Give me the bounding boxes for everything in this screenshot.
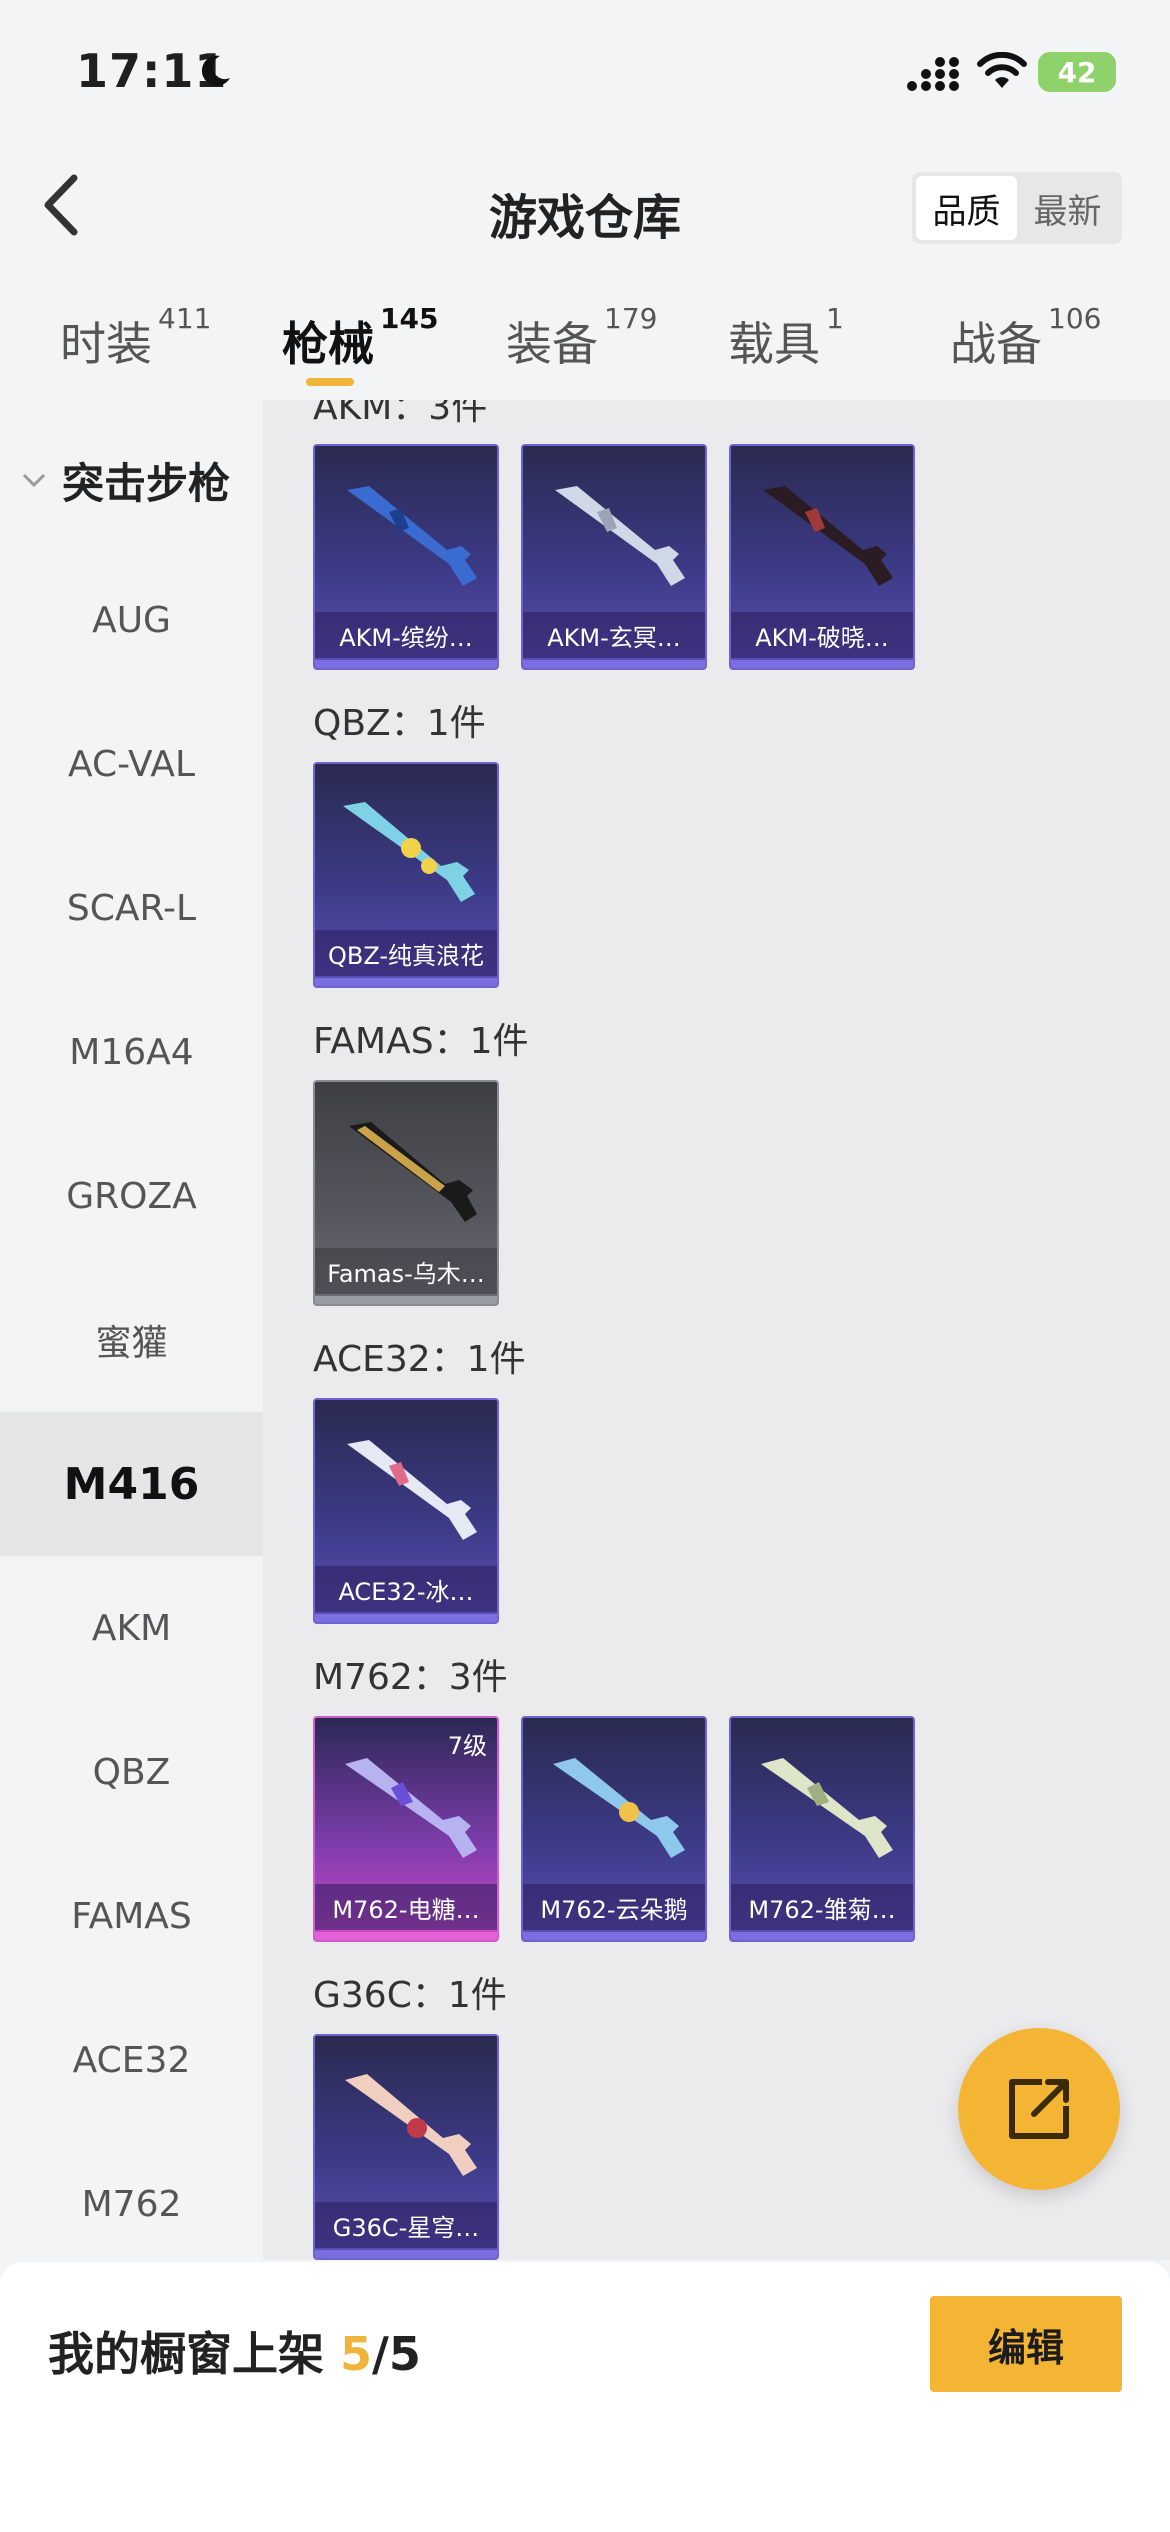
tab-label: 枪械	[282, 317, 374, 371]
share-icon	[1009, 2079, 1069, 2139]
showcase-total: /5	[372, 2327, 421, 2381]
battery-level: 42	[1057, 55, 1097, 89]
section-title: G36C：1件	[313, 1975, 507, 2016]
rifle-icon	[761, 1758, 893, 1858]
weapon-grid: AKM：3件 AKM-缤纷… AKM-玄冥… AKM-破晓… QBZ：1件 QB…	[263, 400, 1170, 2260]
sidebar-item-honey-badger[interactable]: 蜜獾	[0, 1268, 263, 1412]
weapon-card[interactable]: 7级 M762-电糖…	[313, 1716, 499, 1942]
section-title: QBZ：1件	[313, 703, 486, 744]
rarity-bar	[315, 1296, 497, 1304]
sidebar-item-scar-l[interactable]: SCAR-L	[0, 836, 263, 980]
weapon-name: G36C-星穹…	[315, 2202, 497, 2248]
showcase-bar: 我的橱窗上架 5/5 编辑	[0, 2262, 1170, 2532]
moon-icon	[201, 55, 230, 86]
sidebar-item-groza[interactable]: GROZA	[0, 1124, 263, 1268]
tab-label: 战备	[950, 317, 1042, 371]
sidebar-item-qbz[interactable]: QBZ	[0, 1700, 263, 1844]
rifle-icon	[347, 486, 477, 586]
rifle-icon	[347, 1440, 477, 1540]
weapon-name: ACE32-冰…	[315, 1566, 497, 1612]
tab-count: 411	[158, 302, 212, 335]
tab-label: 装备	[506, 317, 598, 371]
weapon-sidebar: 突击步枪 AUG AC-VAL SCAR-L M16A4 GROZA 蜜獾 M4…	[0, 400, 263, 2260]
showcase-current: 5	[340, 2327, 373, 2381]
weapon-name: AKM-玄冥…	[523, 612, 705, 658]
weapon-name: QBZ-纯真浪花	[315, 930, 497, 976]
weapon-level: 7级	[447, 1732, 487, 1760]
tab-equipment[interactable]: 装备 179	[506, 302, 657, 374]
weapon-card[interactable]: M762-云朵鹅	[521, 1716, 707, 1942]
weapon-card[interactable]: Famas-乌木…	[313, 1080, 499, 1306]
tab-count: 1	[826, 302, 844, 335]
tab-gear[interactable]: 战备 106	[950, 302, 1101, 374]
rarity-bar	[731, 1932, 913, 1940]
section-title: ACE32：1件	[313, 1339, 526, 1380]
rifle-icon	[345, 2074, 477, 2176]
rifle-icon	[555, 486, 685, 586]
rarity-bar	[315, 1614, 497, 1622]
tab-label: 时装	[60, 317, 152, 371]
tab-outfits[interactable]: 时装 411	[60, 302, 211, 374]
sidebar-item-akm[interactable]: AKM	[0, 1556, 263, 1700]
sidebar-item-m416[interactable]: M416	[0, 1412, 263, 1556]
sort-toggle: 品质 最新	[912, 172, 1122, 244]
sort-quality-button[interactable]: 品质	[916, 176, 1017, 240]
page-header: 游戏仓库 品质 最新	[0, 140, 1170, 280]
battery-icon: 42	[1038, 52, 1116, 92]
tab-count: 179	[604, 302, 658, 335]
sidebar-group-label: 突击步枪	[62, 458, 231, 508]
sidebar-item-m16a4[interactable]: M16A4	[0, 980, 263, 1124]
weapon-name: M762-云朵鹅	[523, 1884, 705, 1930]
weapon-card[interactable]: ACE32-冰…	[313, 1398, 499, 1624]
active-tab-indicator	[306, 378, 354, 386]
sidebar-item-ace32[interactable]: ACE32	[0, 1988, 263, 2132]
weapon-card[interactable]: AKM-破晓…	[729, 444, 915, 670]
weapon-name: M762-电糖…	[315, 1884, 497, 1930]
rarity-bar	[315, 660, 497, 668]
rarity-bar	[731, 660, 913, 668]
showcase-count: 我的橱窗上架 5/5	[48, 2318, 421, 2384]
weapon-card[interactable]: AKM-缤纷…	[313, 444, 499, 670]
weapon-card[interactable]: M762-雏菊…	[729, 1716, 915, 1942]
category-tabs: 时装 411 枪械 145 装备 179 载具 1 战备 106	[0, 280, 1170, 400]
edit-button[interactable]: 编辑	[930, 2296, 1122, 2392]
showcase-label: 我的橱窗上架	[48, 2327, 341, 2381]
weapon-name: AKM-破晓…	[731, 612, 913, 658]
rarity-bar	[315, 2250, 497, 2258]
weapon-name: M762-雏菊…	[731, 1884, 913, 1930]
tab-count: 145	[380, 302, 439, 335]
status-bar: 17:11 42	[0, 0, 1170, 140]
weapon-card[interactable]: G36C-星穹…	[313, 2034, 499, 2260]
tab-label: 载具	[728, 317, 820, 371]
chevron-down-icon	[22, 473, 46, 488]
weapon-card[interactable]: AKM-玄冥…	[521, 444, 707, 670]
rifle-icon	[343, 802, 475, 902]
sidebar-item-famas[interactable]: FAMAS	[0, 1844, 263, 1988]
tab-firearms[interactable]: 枪械 145	[282, 302, 438, 374]
weapon-card[interactable]: QBZ-纯真浪花	[313, 762, 499, 988]
rarity-bar	[315, 1932, 497, 1940]
sidebar-item-m762[interactable]: M762	[0, 2132, 263, 2260]
rarity-bar	[315, 978, 497, 986]
share-button[interactable]	[958, 2028, 1120, 2190]
tab-count: 106	[1048, 302, 1102, 335]
wifi-icon	[977, 52, 1027, 88]
rifle-icon	[349, 1122, 477, 1222]
signal-icon	[907, 57, 959, 91]
sidebar-item-aug[interactable]: AUG	[0, 548, 263, 692]
sidebar-group-assault-rifles[interactable]: 突击步枪	[0, 420, 263, 540]
section-title: AKM：3件	[313, 400, 488, 428]
sort-newest-button[interactable]: 最新	[1017, 176, 1118, 240]
tab-vehicles[interactable]: 载具 1	[728, 302, 844, 374]
sidebar-item-ac-val[interactable]: AC-VAL	[0, 692, 263, 836]
weapon-name: AKM-缤纷…	[315, 612, 497, 658]
rifle-icon	[763, 486, 893, 586]
weapon-name: Famas-乌木…	[315, 1248, 497, 1294]
section-title: FAMAS：1件	[313, 1021, 529, 1062]
rifle-icon	[553, 1758, 685, 1858]
rarity-bar	[523, 1932, 705, 1940]
section-title: M762：3件	[313, 1657, 508, 1698]
rarity-bar	[523, 660, 705, 668]
